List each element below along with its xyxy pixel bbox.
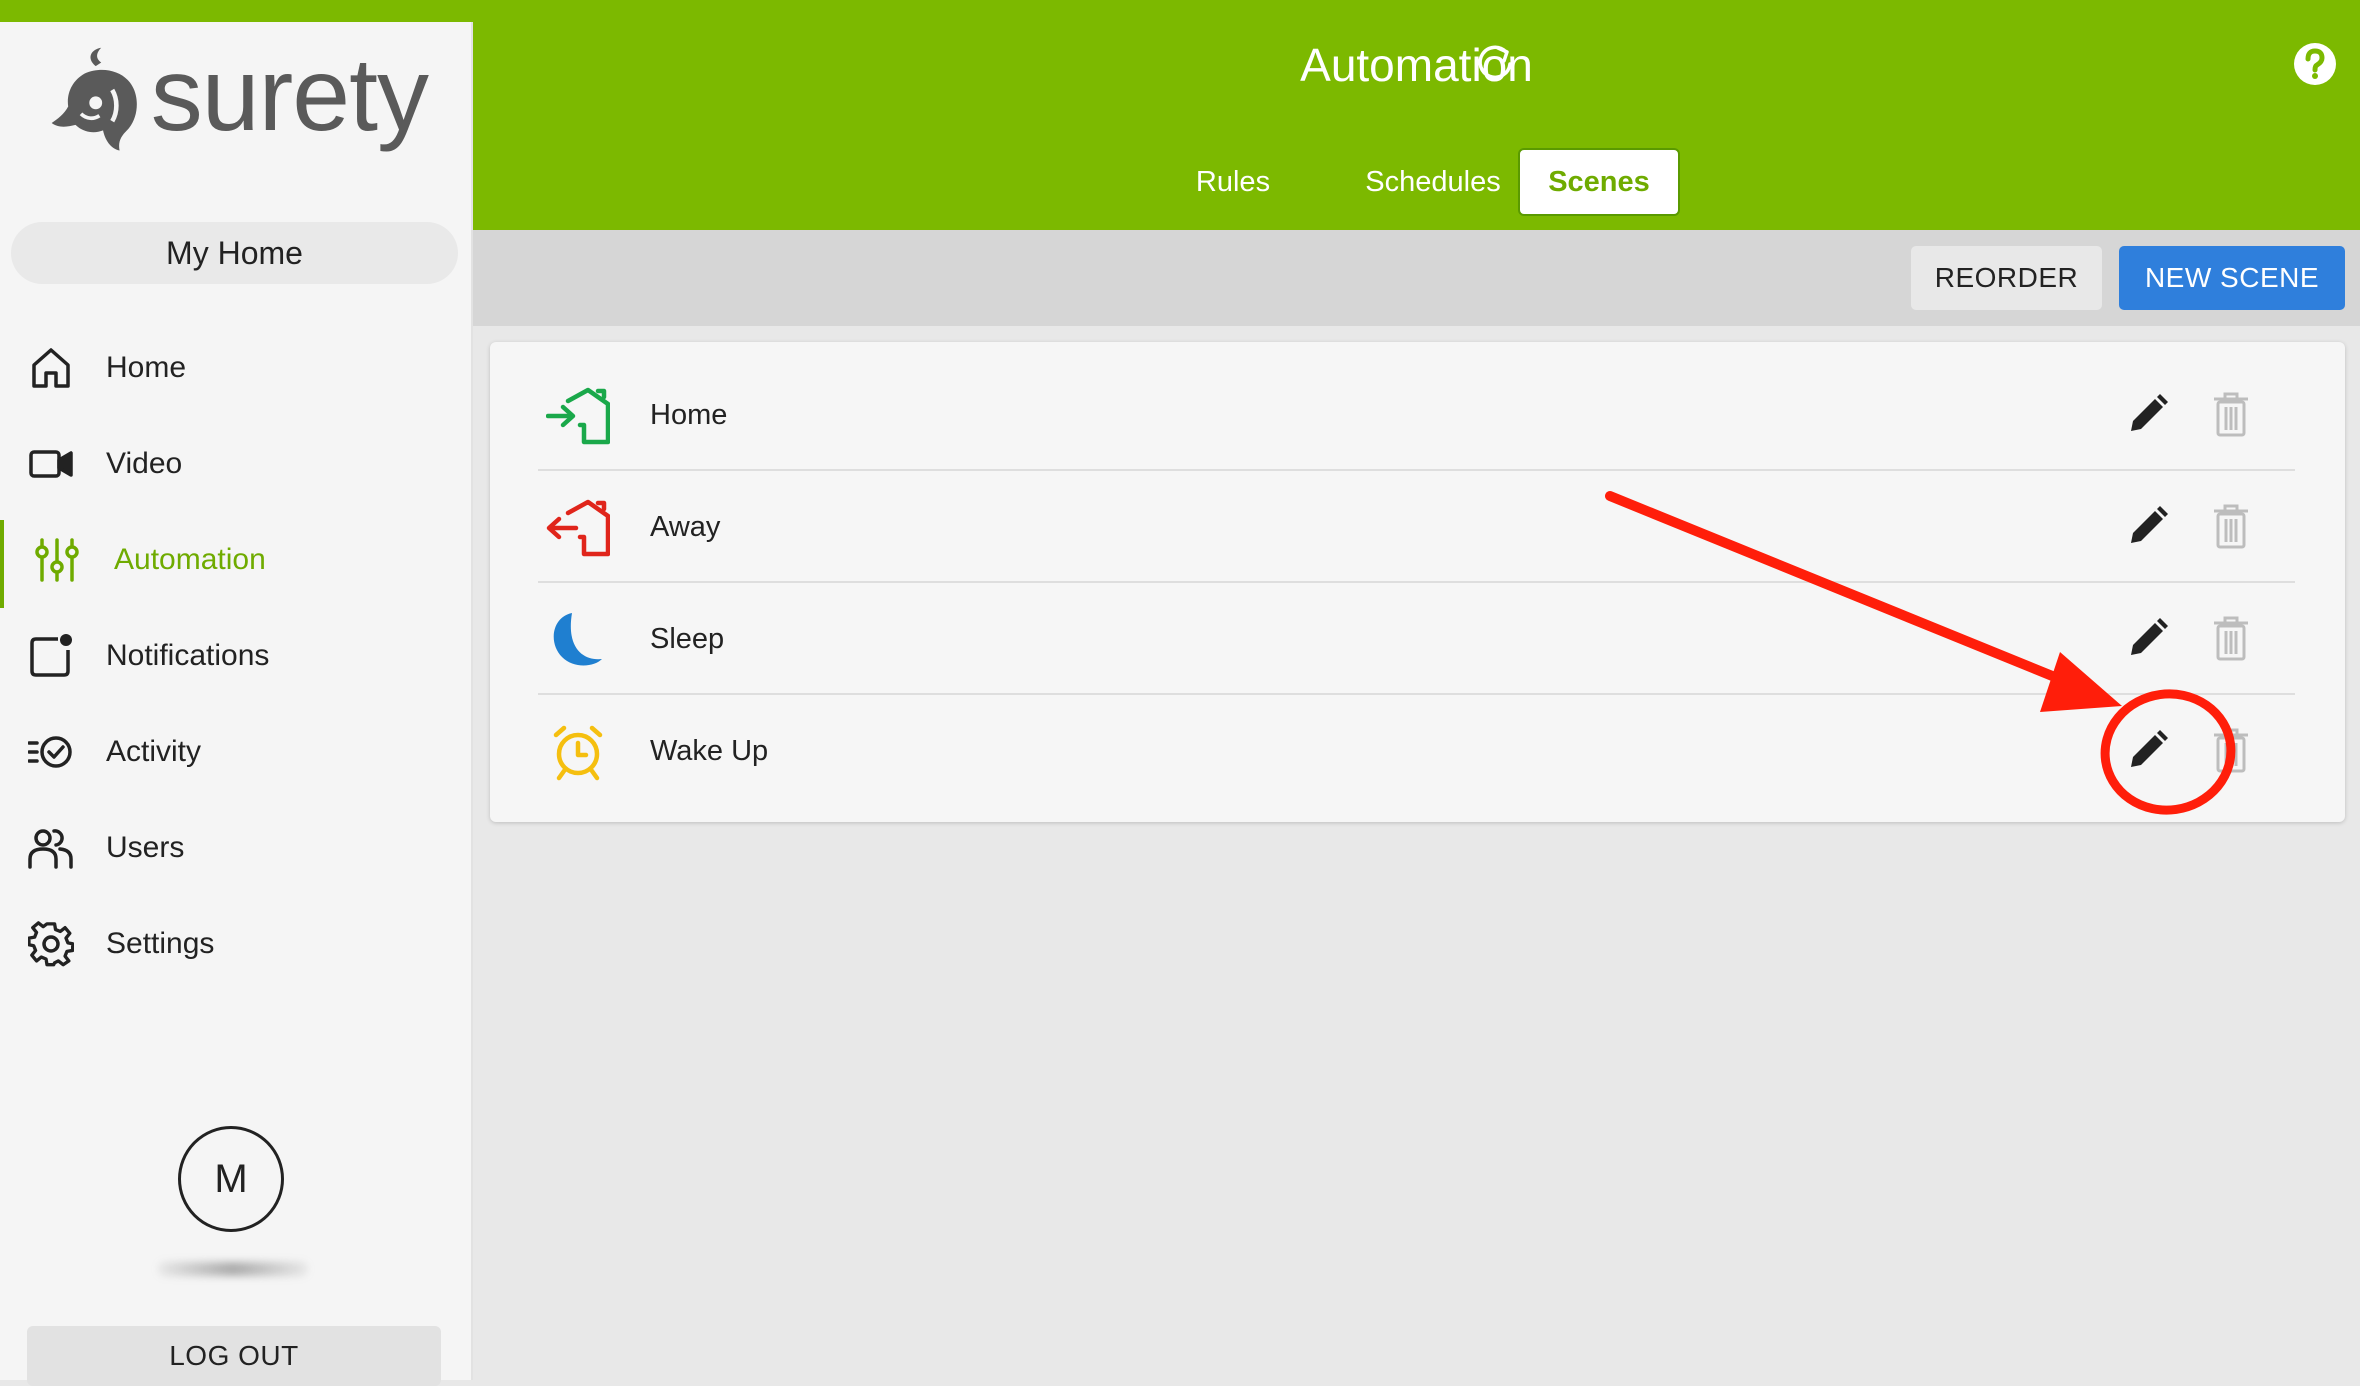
sidebar-item-label: Notifications	[106, 639, 270, 672]
sidebar-item-notifications[interactable]: Notifications	[0, 608, 471, 704]
home-selector[interactable]: My Home	[11, 222, 458, 284]
trash-icon[interactable]	[2212, 503, 2250, 549]
tab-rules[interactable]: Rules	[1153, 148, 1313, 216]
trash-icon[interactable]	[2212, 391, 2250, 437]
edit-icon[interactable]	[2127, 505, 2169, 547]
refresh-icon[interactable]	[1473, 42, 1517, 86]
video-camera-icon	[28, 441, 74, 487]
scene-row-home[interactable]: Home	[538, 359, 2295, 471]
sidebar-item-label: Video	[106, 447, 183, 480]
scenes-toolbar: REORDER NEW SCENE	[473, 230, 2360, 326]
scene-name: Away	[650, 510, 721, 543]
home-icon	[28, 345, 74, 391]
scene-name: Home	[650, 398, 728, 431]
sidebar-item-label: Home	[106, 351, 187, 384]
sliders-icon	[34, 537, 80, 583]
tab-schedules[interactable]: Schedules	[1328, 148, 1538, 216]
sidebar-item-settings[interactable]: Settings	[0, 896, 471, 992]
sidebar-nav: Home Video Automation Notifications Acti…	[0, 320, 471, 992]
surety-logo: surety	[48, 36, 429, 166]
edit-icon[interactable]	[2127, 617, 2169, 659]
users-icon	[28, 825, 74, 871]
sidebar-item-video[interactable]: Video	[0, 416, 471, 512]
sidebar-item-activity[interactable]: Activity	[0, 704, 471, 800]
logo-wordmark: surety	[150, 37, 429, 153]
sidebar-item-home[interactable]: Home	[0, 320, 471, 416]
header: Automation Rules Schedules Scenes	[473, 0, 2360, 230]
scene-row-wake-up[interactable]: Wake Up	[538, 695, 2295, 807]
automation-tabs: Rules Schedules Scenes	[473, 148, 2360, 216]
dog-logo-icon	[51, 47, 137, 151]
logout-button[interactable]: LOG OUT	[27, 1326, 441, 1386]
username-redacted	[158, 1262, 308, 1276]
edit-icon[interactable]	[2127, 393, 2169, 435]
trash-icon[interactable]	[2212, 727, 2250, 773]
sidebar: surety My Home Home Video Automation Not…	[0, 0, 473, 1386]
scene-name: Wake Up	[650, 734, 769, 767]
sidebar-top-accent	[0, 0, 473, 22]
help-icon[interactable]	[2293, 42, 2337, 86]
scene-name: Sleep	[650, 622, 725, 655]
trash-icon[interactable]	[2212, 615, 2250, 661]
sidebar-item-label: Activity	[106, 735, 202, 768]
notification-icon	[28, 633, 74, 679]
new-scene-button[interactable]: NEW SCENE	[2119, 246, 2345, 310]
reorder-button[interactable]: REORDER	[1911, 246, 2102, 310]
edit-icon[interactable]	[2127, 729, 2169, 771]
sidebar-item-label: Automation	[114, 543, 266, 576]
alarm-clock-icon	[546, 723, 610, 781]
tab-scenes[interactable]: Scenes	[1518, 148, 1680, 216]
activity-icon	[27, 729, 74, 775]
scenes-list: Home Away Sleep Wake Up	[490, 342, 2345, 822]
leave-home-icon	[546, 499, 611, 557]
scene-row-away[interactable]: Away	[538, 471, 2295, 583]
sidebar-item-automation[interactable]: Automation	[0, 512, 471, 608]
moon-icon	[546, 611, 610, 669]
arrive-home-icon	[545, 387, 611, 445]
sidebar-item-label: Users	[106, 831, 185, 864]
sidebar-item-label: Settings	[106, 927, 215, 960]
scene-row-sleep[interactable]: Sleep	[538, 583, 2295, 695]
avatar[interactable]: M	[178, 1126, 284, 1232]
page-title: Automation	[1300, 39, 1533, 91]
gear-icon	[27, 921, 75, 967]
sidebar-item-users[interactable]: Users	[0, 800, 471, 896]
